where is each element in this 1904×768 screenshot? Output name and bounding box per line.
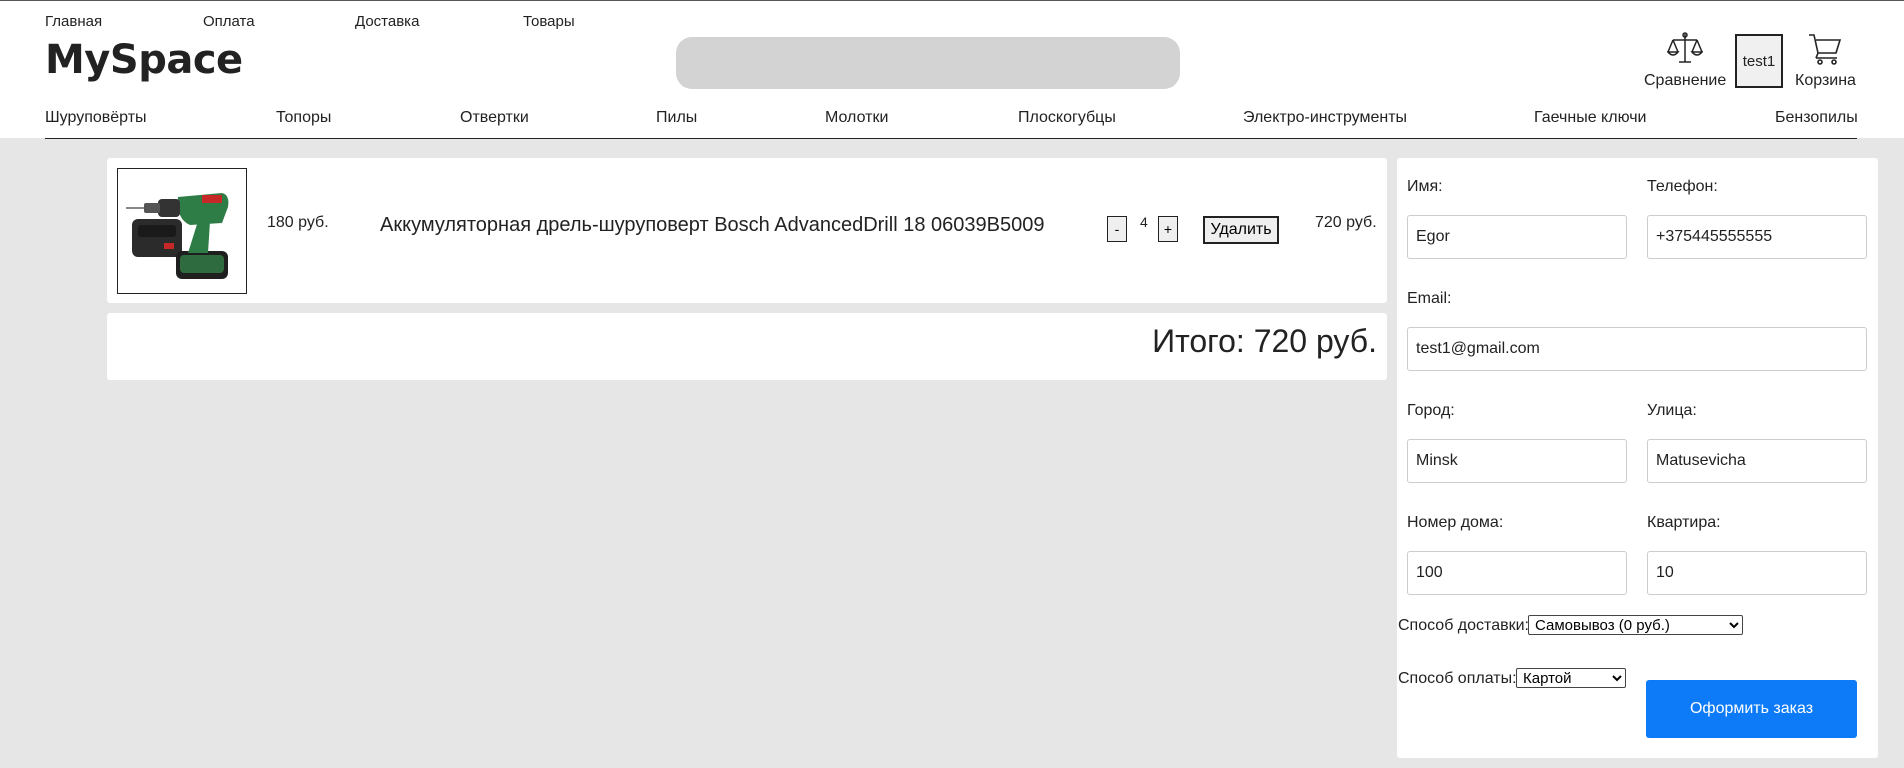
scales-icon [1666, 32, 1704, 63]
delivery-method-label: Способ доставки: [1398, 617, 1529, 634]
delete-item-button[interactable]: Удалить [1203, 216, 1279, 244]
place-order-button[interactable]: Оформить заказ [1646, 680, 1857, 738]
category-wrenches[interactable]: Гаечные ключи [1534, 109, 1646, 127]
category-chainsaws[interactable]: Бензопилы [1775, 109, 1858, 127]
site-logo[interactable]: MySpace [45, 37, 243, 83]
cart-icon [1809, 34, 1842, 65]
phone-field[interactable] [1647, 215, 1867, 259]
category-nav: Шуруповёрты Топоры Отвертки Пилы Молотки… [45, 108, 1858, 139]
apartment-label: Квартира: [1647, 514, 1721, 531]
city-label: Город: [1407, 402, 1455, 419]
email-label: Email: [1407, 290, 1452, 307]
top-nav-home[interactable]: Главная [45, 13, 102, 30]
category-axes[interactable]: Топоры [276, 109, 331, 127]
decrease-quantity-button[interactable]: - [1107, 216, 1127, 242]
category-power-tools[interactable]: Электро-инструменты [1243, 109, 1407, 127]
category-pliers[interactable]: Плоскогубцы [1018, 109, 1116, 127]
name-field[interactable] [1407, 215, 1627, 259]
drill-image [126, 193, 229, 279]
email-field[interactable] [1407, 327, 1867, 371]
payment-method-label: Способ оплаты: [1398, 670, 1517, 687]
site-header: Главная Оплата Доставка Товары MySpace С… [0, 0, 1904, 139]
street-field[interactable] [1647, 439, 1867, 483]
top-nav-delivery[interactable]: Доставка [355, 13, 419, 30]
category-hammers[interactable]: Молотки [825, 109, 888, 127]
phone-label: Телефон: [1647, 178, 1718, 195]
increase-quantity-button[interactable]: + [1158, 216, 1178, 242]
street-label: Улица: [1647, 402, 1697, 419]
product-image[interactable] [117, 168, 247, 294]
house-number-label: Номер дома: [1407, 514, 1504, 531]
cart-total-panel: Итого: 720 руб. [107, 313, 1387, 380]
name-label: Имя: [1407, 178, 1443, 195]
category-saws[interactable]: Пилы [656, 109, 697, 127]
city-field[interactable] [1407, 439, 1627, 483]
delivery-method-select[interactable]: Самовывоз (0 руб.) [1528, 615, 1743, 635]
category-screwdrivers[interactable]: Отвертки [460, 109, 529, 127]
compare-label: Сравнение [1644, 72, 1727, 89]
house-number-field[interactable] [1407, 551, 1627, 595]
top-nav-payment[interactable]: Оплата [203, 13, 255, 30]
cart-item: 180 руб. Аккумуляторная дрель-шуруповерт… [107, 158, 1387, 303]
quantity-value: 4 [1140, 214, 1148, 230]
search-input[interactable] [676, 37, 1180, 89]
cart-button[interactable]: Корзина [1795, 31, 1856, 90]
cart-total: Итого: 720 руб. [1152, 323, 1377, 359]
line-total: 720 руб. [1315, 214, 1377, 231]
user-account-button[interactable]: test1 [1735, 34, 1783, 88]
product-name[interactable]: Аккумуляторная дрель-шуруповерт Bosch Ad… [380, 214, 1044, 237]
cart-label: Корзина [1795, 72, 1856, 89]
category-screwdrivers-drills[interactable]: Шуруповёрты [45, 109, 147, 127]
payment-method-select[interactable]: Картой [1516, 668, 1626, 688]
apartment-field[interactable] [1647, 551, 1867, 595]
unit-price: 180 руб. [267, 214, 329, 231]
top-nav-products[interactable]: Товары [523, 13, 575, 30]
compare-button[interactable]: Сравнение [1644, 31, 1726, 90]
